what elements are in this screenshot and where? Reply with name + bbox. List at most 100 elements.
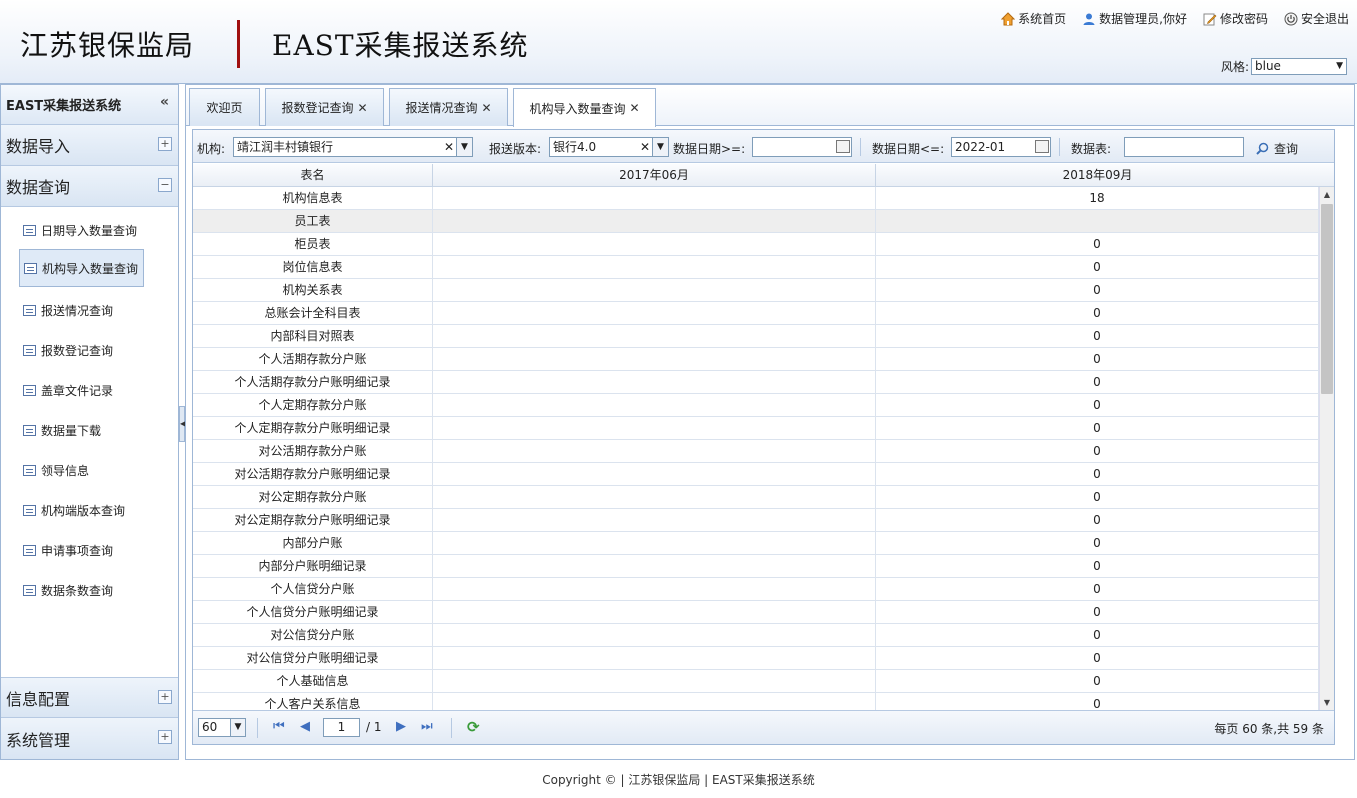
org-combobox[interactable]: 靖江润丰村镇银行 ✕ ▼ [233,137,473,157]
cell-count [433,532,876,554]
table-row[interactable]: 机构信息表 18 [193,187,1319,210]
table-row[interactable]: 个人定期存款分户账 0 [193,394,1319,417]
cell-count [433,440,876,462]
table-row[interactable]: 对公信贷分户账明细记录 0 [193,647,1319,670]
table-row[interactable]: 柜员表 0 [193,233,1319,256]
logout-link[interactable]: 安全退出 [1284,10,1349,27]
table-row[interactable]: 内部科目对照表 0 [193,325,1319,348]
cell-count: 0 [876,394,1319,416]
query-button-label: 查询 [1274,142,1299,156]
sidebar-group-system[interactable]: 系统管理 + [1,718,178,759]
table-row[interactable]: 内部分户账 0 [193,532,1319,555]
table-input[interactable] [1124,137,1244,157]
collapse-sidebar-icon[interactable]: « [160,94,169,110]
sidebar-group-query-label: 数据查询 [6,178,71,197]
page-size-select[interactable]: 60 ▼ [198,718,246,737]
sidebar-item-org-import-count[interactable]: 机构导入数量查询 [19,249,144,287]
column-header-period-2[interactable]: 2018年09月 [876,164,1319,187]
close-icon[interactable]: ✕ [629,101,639,115]
sidebar-group-import[interactable]: 数据导入 + [1,125,178,166]
sidebar-item-seal-records[interactable]: 盖章文件记录 [19,370,144,410]
tab-label: 机构导入数量查询 [529,101,626,116]
date-from-input[interactable] [752,137,852,157]
page-number-input[interactable]: 1 [323,718,360,737]
cell-table-name: 对公活期存款分户账 [193,440,433,462]
prev-page-icon[interactable]: ◀ [300,719,310,734]
expand-icon[interactable]: + [158,690,172,704]
close-icon[interactable]: ✕ [357,101,367,115]
expand-icon[interactable]: + [158,730,172,744]
table-row[interactable]: 对公定期存款分户账 0 [193,486,1319,509]
query-button[interactable]: 查询 [1256,140,1298,157]
table-row[interactable]: 总账会计全科目表 0 [193,302,1319,325]
table-row[interactable]: 个人客户关系信息 0 [193,693,1319,711]
list-icon [23,304,36,316]
sidebar-item-report-registration[interactable]: 报数登记查询 [19,330,144,370]
table-row[interactable]: 个人活期存款分户账明细记录 0 [193,371,1319,394]
user-greeting[interactable]: 数据管理员,你好 [1082,10,1187,27]
sidebar-group-query[interactable]: 数据查询 − [1,166,178,207]
collapse-icon[interactable]: − [158,178,172,192]
table-row[interactable]: 对公信贷分户账 0 [193,624,1319,647]
cell-count: 0 [876,417,1319,439]
table-row[interactable]: 个人基础信息 0 [193,670,1319,693]
table-row[interactable]: 个人信贷分户账明细记录 0 [193,601,1319,624]
sidebar-item-data-download[interactable]: 数据量下载 [19,410,144,450]
chevron-down-icon[interactable]: ▼ [456,138,472,156]
style-select[interactable]: blue ▼ [1251,58,1347,75]
last-page-icon[interactable]: ⏭ [421,719,433,734]
sidebar-group-import-label: 数据导入 [6,137,71,156]
table-row[interactable]: 个人定期存款分户账明细记录 0 [193,417,1319,440]
table-row[interactable]: 对公活期存款分户账 0 [193,440,1319,463]
list-icon [23,384,36,396]
page-size-value: 60 [202,720,218,734]
date-to-input[interactable]: 2022-01 [951,137,1051,157]
refresh-icon[interactable]: ⟳ [467,718,480,736]
sidebar-bottom-groups: 信息配置 + 系统管理 + [1,677,178,759]
expand-icon[interactable]: + [158,137,172,151]
change-password-link[interactable]: 修改密码 [1203,10,1268,27]
sidebar-item-client-version[interactable]: 机构端版本查询 [19,490,144,530]
tab-org-import-count[interactable]: 机构导入数量查询 ✕ [513,88,656,127]
chevron-down-icon[interactable]: ▼ [230,719,245,736]
scroll-down-icon[interactable]: ▼ [1320,695,1334,711]
cell-count: 0 [876,233,1319,255]
table-row[interactable]: 机构关系表 0 [193,279,1319,302]
next-page-icon[interactable]: ▶ [396,719,406,734]
first-page-icon[interactable]: ⏮ [273,719,285,734]
clear-icon[interactable]: ✕ [444,138,454,156]
tab-report-registration[interactable]: 报数登记查询 ✕ [265,88,384,126]
sidebar-group-config[interactable]: 信息配置 + [1,677,178,718]
calendar-icon[interactable] [836,140,850,153]
sidebar-item-leader-info[interactable]: 领导信息 [19,450,144,490]
chevron-down-icon[interactable]: ▼ [652,138,668,156]
scroll-up-icon[interactable]: ▲ [1320,187,1334,203]
home-link[interactable]: 系统首页 [1000,10,1066,27]
cell-count: 0 [876,693,1319,711]
sidebar-item-date-import-count[interactable]: 日期导入数量查询 [19,210,144,250]
table-row[interactable]: 岗位信息表 0 [193,256,1319,279]
cell-count [433,210,876,232]
table-row[interactable]: 个人信贷分户账 0 [193,578,1319,601]
table-row[interactable]: 员工表 [193,210,1319,233]
column-header-table-name[interactable]: 表名 [193,164,433,187]
column-header-period-1[interactable]: 2017年06月 [433,164,876,187]
table-row[interactable]: 对公活期存款分户账明细记录 0 [193,463,1319,486]
sidebar-title-label: EAST采集报送系统 [6,99,122,114]
version-combobox[interactable]: 银行4.0 ✕ ▼ [549,137,669,157]
table-row[interactable]: 内部分户账明细记录 0 [193,555,1319,578]
calendar-icon[interactable] [1035,140,1049,153]
tab-report-status[interactable]: 报送情况查询 ✕ [389,88,508,126]
table-row[interactable]: 个人活期存款分户账 0 [193,348,1319,371]
tab-welcome[interactable]: 欢迎页 [189,88,260,126]
cell-count: 0 [876,325,1319,347]
close-icon[interactable]: ✕ [481,101,491,115]
clear-icon[interactable]: ✕ [640,138,650,156]
sidebar-item-record-count[interactable]: 数据条数查询 [19,570,144,610]
sidebar-item-report-status[interactable]: 报送情况查询 [19,290,144,330]
table-row[interactable]: 对公定期存款分户账明细记录 0 [193,509,1319,532]
sidebar-item-application-query[interactable]: 申请事项查询 [19,530,144,570]
scrollbar-thumb[interactable] [1321,204,1333,394]
grid-scrollbar[interactable]: ▲ ▼ [1319,187,1334,711]
cell-table-name: 对公定期存款分户账明细记录 [193,509,433,531]
